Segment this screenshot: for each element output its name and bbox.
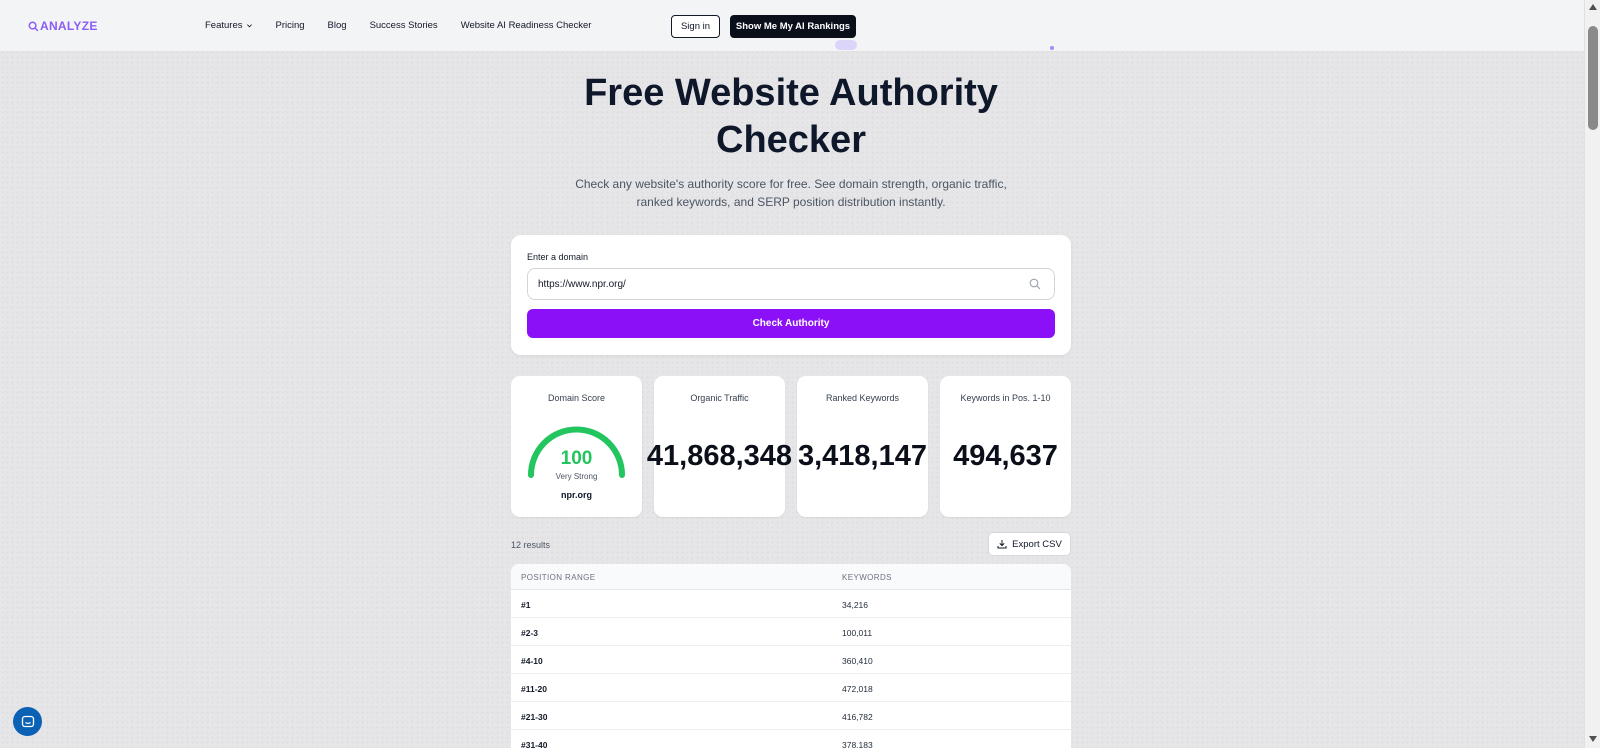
position-range-cell: #4-10	[521, 656, 543, 666]
nav-pricing[interactable]: Pricing	[276, 20, 305, 31]
nav-success-stories[interactable]: Success Stories	[370, 20, 438, 31]
organic-traffic-title: Organic Traffic	[690, 393, 749, 403]
check-authority-button[interactable]: Check Authority	[527, 309, 1055, 338]
chat-icon	[21, 715, 34, 727]
logo-search-icon	[28, 21, 39, 31]
search-icon[interactable]	[1029, 278, 1041, 290]
nav-ai-readiness-checker[interactable]: Website AI Readiness Checker	[461, 20, 592, 31]
ai-rankings-cta-button[interactable]: Show Me My AI Rankings	[730, 15, 856, 38]
position-range-table: POSITION RANGE KEYWORDS #1 34,216 #2-3 1…	[511, 564, 1071, 748]
position-range-cell: #2-3	[521, 628, 539, 638]
position-range-cell: #1	[521, 600, 531, 610]
top10-keywords-card: Keywords in Pos. 1-10 494,637	[940, 376, 1071, 517]
table-row: #21-30 416,782	[511, 702, 1071, 730]
keywords-cell: 34,216	[842, 600, 868, 610]
column-header-keywords: KEYWORDS	[842, 573, 892, 582]
decorative-blob	[835, 40, 857, 50]
download-icon	[997, 540, 1007, 549]
table-row: #31-40 378,183	[511, 730, 1071, 748]
top10-keywords-value: 494,637	[953, 440, 1058, 472]
domain-field-label: Enter a domain	[527, 252, 589, 262]
scrollbar-thumb[interactable]	[1588, 26, 1598, 130]
nav-features-label: Features	[205, 20, 243, 31]
domain-score-domain: npr.org	[561, 490, 592, 500]
domain-score-title: Domain Score	[547, 393, 606, 403]
sign-in-button[interactable]: Sign in	[671, 15, 720, 38]
logo[interactable]: ANALYZE	[28, 19, 98, 33]
results-count: 12 results	[511, 540, 551, 550]
domain-score-card: Domain Score 100 Very Strong npr.org	[511, 376, 642, 517]
keywords-cell: 472,018	[842, 684, 873, 694]
scroll-down-arrow-icon[interactable]	[1589, 736, 1597, 742]
page-title: Free Website Authority Checker	[584, 72, 998, 161]
keywords-cell: 378,183	[842, 740, 873, 748]
table-row: #11-20 472,018	[511, 674, 1071, 702]
keywords-cell: 100,011	[842, 628, 873, 638]
position-range-cell: #11-20	[521, 684, 547, 694]
top10-keywords-title: Keywords in Pos. 1-10	[960, 393, 1051, 403]
table-row: #2-3 100,011	[511, 618, 1071, 646]
ranked-keywords-title: Ranked Keywords	[825, 393, 900, 403]
organic-traffic-card: Organic Traffic 41,868,348	[647, 376, 792, 517]
export-csv-button[interactable]: Export CSV	[988, 532, 1071, 556]
organic-traffic-value: 41,868,348	[646, 440, 793, 472]
domain-score-value: 100	[560, 448, 593, 469]
table-row: #1 34,216	[511, 590, 1071, 618]
main-nav: Features Pricing Blog Success Stories We…	[205, 20, 614, 31]
position-range-cell: #31-40	[521, 740, 548, 748]
scroll-up-arrow-icon[interactable]	[1589, 4, 1597, 10]
nav-features[interactable]: Features	[205, 20, 253, 31]
ranked-keywords-value: 3,418,147	[797, 440, 927, 472]
chat-launcher-button[interactable]	[13, 707, 42, 736]
position-range-cell: #21-30	[521, 712, 548, 722]
page-scrollbar[interactable]	[1584, 0, 1600, 748]
export-csv-label: Export CSV	[1012, 538, 1062, 550]
keywords-cell: 416,782	[842, 712, 873, 722]
logo-text: ANALYZE	[40, 19, 98, 33]
column-header-position-range: POSITION RANGE	[521, 573, 596, 582]
chevron-down-icon	[246, 24, 252, 28]
nav-blog[interactable]: Blog	[328, 20, 347, 31]
page-subtitle: Check any website's authority score for …	[575, 177, 1007, 209]
ranked-keywords-card: Ranked Keywords 3,418,147	[797, 376, 928, 517]
table-row: #4-10 360,410	[511, 646, 1071, 674]
top-nav-bar: ANALYZE Features Pricing Blog Success St…	[0, 0, 1584, 52]
domain-input[interactable]	[527, 268, 1055, 300]
keywords-cell: 360,410	[842, 656, 873, 666]
decorative-dot	[1050, 46, 1054, 50]
domain-search-card: Enter a domain Check Authority	[511, 235, 1071, 355]
domain-score-rating: Very Strong	[555, 472, 598, 481]
table-header: POSITION RANGE KEYWORDS	[511, 564, 1071, 590]
